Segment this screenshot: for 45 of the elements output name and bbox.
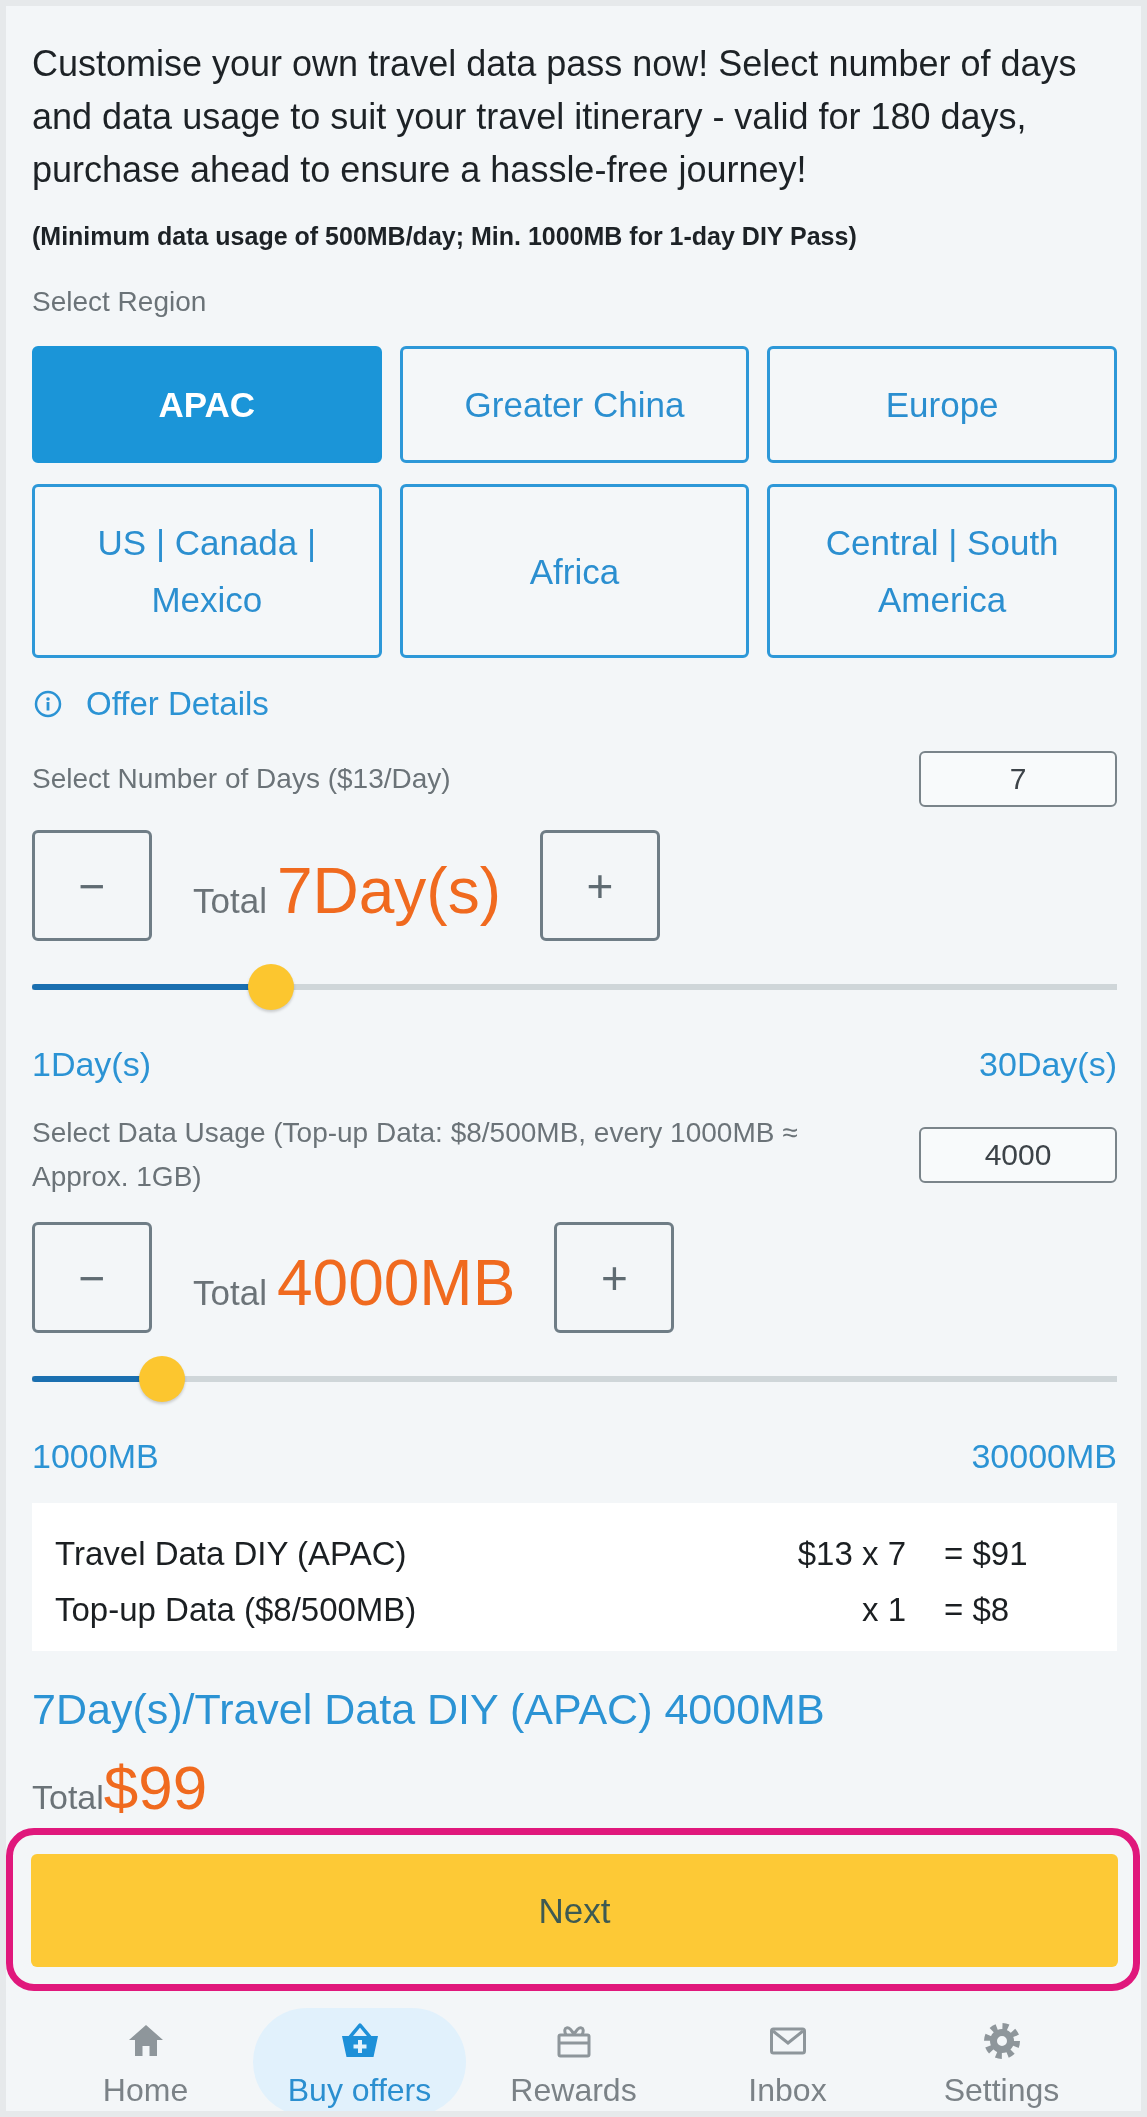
region-option[interactable]: US | Canada | Mexico bbox=[32, 484, 382, 658]
total-value: 7Day(s) bbox=[276, 853, 501, 929]
region-option[interactable]: Africa bbox=[399, 484, 750, 658]
nav-item[interactable]: Inbox bbox=[681, 2008, 894, 2111]
intro-text: Customise your own travel data pass now! Select number of days and data usage to suit your travel itinerary - valid for 180 days, purchase ahead to ensure a hassle-free journey! bbox=[32, 42, 1078, 192]
nav-item[interactable]: Home bbox=[39, 2008, 252, 2111]
picker-label: Select Number of Days ($13/Day) bbox=[32, 762, 451, 796]
product-summary: 7Day(s)/Travel Data DIY (APAC) 4000MB bbox=[32, 1684, 826, 1735]
total-label: Total bbox=[32, 1778, 104, 1817]
picker-label: Select Data Usage (Top-up Data: $8/500MB, every 1000MB ≈ Approx. 1GB) bbox=[32, 1116, 799, 1194]
min-label: 1000MB bbox=[32, 1436, 159, 1476]
nav-item[interactable]: Buy offers bbox=[253, 2008, 466, 2111]
max-label: 30000MB bbox=[971, 1436, 1117, 1476]
region-option[interactable]: Central | South America bbox=[767, 484, 1117, 658]
value-input[interactable]: 4000 bbox=[919, 1127, 1117, 1183]
nav-item[interactable]: Rewards bbox=[467, 2008, 680, 2111]
nav-item[interactable]: Settings bbox=[895, 2008, 1108, 2111]
total-label: Total bbox=[193, 880, 267, 921]
next-button[interactable]: Next bbox=[31, 1854, 1118, 1967]
summary-quantity: x 1 bbox=[860, 1590, 906, 1630]
region-option[interactable]: Europe bbox=[767, 346, 1117, 463]
info-icon bbox=[34, 690, 62, 718]
region-option[interactable]: APAC bbox=[32, 346, 382, 463]
increase-button[interactable]: + bbox=[554, 1222, 675, 1333]
slider-thumb[interactable] bbox=[247, 964, 294, 1010]
offer-details-link[interactable]: Offer Details bbox=[32, 684, 269, 724]
summary-quantity: $13 x 7 bbox=[797, 1534, 906, 1574]
value-input[interactable]: 7 bbox=[919, 751, 1117, 807]
slider-thumb[interactable] bbox=[139, 1356, 186, 1402]
summary-item: Top-up Data ($8/500MB) bbox=[55, 1590, 418, 1630]
min-label: 1Day(s) bbox=[32, 1044, 152, 1084]
settings-icon bbox=[981, 2021, 1022, 2061]
summary-amount: = $91 bbox=[944, 1534, 1029, 1574]
max-label: 30Day(s) bbox=[979, 1044, 1117, 1084]
decrease-button[interactable]: − bbox=[32, 830, 152, 941]
region-label: Select Region bbox=[32, 285, 208, 319]
summary-item: Travel Data DIY (APAC) bbox=[55, 1534, 408, 1574]
total-value: 4000MB bbox=[276, 1245, 516, 1321]
increase-button[interactable]: + bbox=[539, 830, 660, 941]
decrease-button[interactable]: − bbox=[32, 1222, 152, 1333]
summary-amount: = $8 bbox=[944, 1590, 1011, 1630]
minimum-usage-note: (Minimum data usage of 500MB/day; Min. 1000MB for 1-day DIY Pass) bbox=[32, 221, 858, 252]
total-label: Total bbox=[193, 1272, 267, 1313]
region-option[interactable]: Greater China bbox=[399, 346, 750, 463]
total-amount: $99 bbox=[103, 1753, 208, 1823]
